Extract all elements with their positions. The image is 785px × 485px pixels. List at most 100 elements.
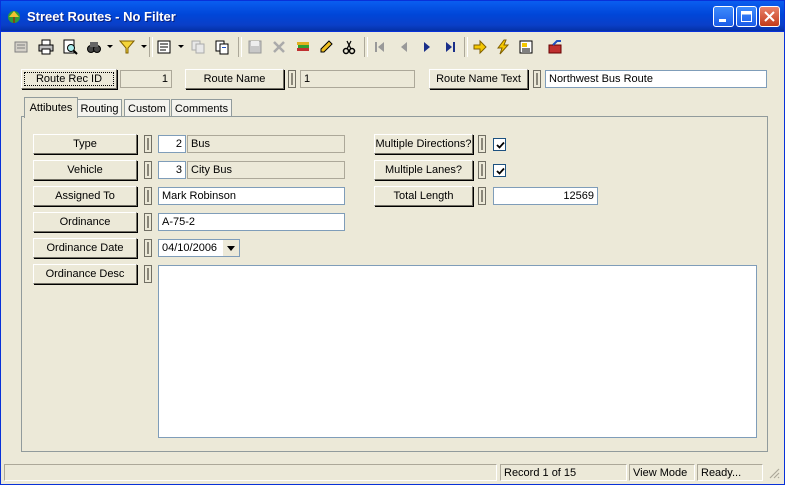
vehicle-code-field[interactable]: 3: [158, 161, 186, 179]
paste-button[interactable]: [211, 36, 233, 58]
report-icon: [519, 40, 533, 54]
print-button[interactable]: [35, 36, 57, 58]
total-length-field[interactable]: 12569: [493, 187, 598, 205]
vehicle-button[interactable]: Vehicle: [33, 160, 137, 180]
ordinance-date-value: 04/10/2006: [162, 242, 218, 254]
toolbar-separator: [364, 37, 368, 57]
vehicle-value: City Bus: [187, 161, 345, 179]
total-length-button[interactable]: Total Length: [374, 186, 473, 206]
maximize-icon: [741, 11, 752, 22]
route-name-button[interactable]: Route Name: [185, 69, 284, 89]
form-view-icon: [157, 40, 171, 54]
tab-comments[interactable]: Comments: [171, 99, 232, 117]
previous-record-button[interactable]: [393, 36, 415, 58]
field-marker: [144, 265, 152, 283]
status-mode: View Mode: [629, 464, 695, 481]
print-preview-button[interactable]: [59, 36, 81, 58]
type-button[interactable]: Type: [33, 134, 137, 154]
form-view-dropdown-arrow[interactable]: [178, 45, 184, 48]
field-marker: [144, 239, 152, 257]
resize-grip-icon[interactable]: [768, 467, 780, 479]
copy-icon: [191, 40, 205, 54]
status-bar: Record 1 of 15 View Mode Ready...: [4, 464, 781, 481]
assigned-to-field[interactable]: Mark Robinson: [158, 187, 345, 205]
ordinance-date-picker[interactable]: 04/10/2006: [158, 239, 240, 257]
close-icon: [764, 11, 775, 22]
delete-button[interactable]: [268, 36, 290, 58]
new-record-button[interactable]: [10, 36, 32, 58]
filter-button[interactable]: [116, 36, 138, 58]
last-record-icon: [446, 42, 455, 52]
checkmark-icon: [496, 141, 505, 149]
find-button[interactable]: [83, 36, 105, 58]
close-button[interactable]: [759, 6, 780, 27]
first-record-icon: [375, 42, 384, 52]
field-marker: [533, 70, 541, 88]
find-dropdown-arrow[interactable]: [107, 45, 113, 48]
multiple-lanes-checkbox[interactable]: [493, 164, 506, 177]
next-record-button[interactable]: [416, 36, 438, 58]
undo-button[interactable]: [292, 36, 314, 58]
multiple-lanes-button[interactable]: Multiple Lanes?: [374, 160, 473, 180]
street-routes-window: Street Routes - No Filter Route Rec ID 1…: [0, 0, 785, 485]
title-bar[interactable]: Street Routes - No Filter: [1, 1, 784, 32]
maximize-button[interactable]: [736, 6, 757, 27]
checkmark-icon: [496, 167, 505, 175]
ordinance-button[interactable]: Ordinance: [33, 212, 137, 232]
new-record-icon: [14, 41, 28, 53]
field-marker: [144, 135, 152, 153]
form-view-button[interactable]: [153, 36, 175, 58]
field-marker: [144, 213, 152, 231]
assigned-to-button[interactable]: Assigned To: [33, 186, 137, 206]
route-rec-id-button[interactable]: Route Rec ID: [21, 69, 117, 89]
first-record-button[interactable]: [369, 36, 391, 58]
toolbar-separator: [464, 37, 468, 57]
field-marker: [144, 161, 152, 179]
status-panel-main: [4, 464, 497, 481]
field-marker: [478, 187, 486, 205]
ordinance-desc-button[interactable]: Ordinance Desc: [33, 264, 137, 284]
go-button[interactable]: [469, 36, 491, 58]
cut-button[interactable]: [338, 36, 360, 58]
filter-icon: [119, 40, 135, 54]
chevron-down-icon[interactable]: [223, 240, 239, 256]
route-name-text-button[interactable]: Route Name Text: [429, 69, 528, 89]
exit-button[interactable]: [544, 36, 566, 58]
type-value: Bus: [187, 135, 345, 153]
exit-icon: [548, 40, 562, 54]
ordinance-desc-textarea[interactable]: [158, 265, 757, 438]
report-button[interactable]: [515, 36, 537, 58]
lightning-icon: [497, 39, 510, 55]
window-title: Street Routes - No Filter: [27, 9, 176, 24]
field-marker: [478, 161, 486, 179]
edit-button[interactable]: [315, 36, 337, 58]
status-record: Record 1 of 15: [500, 464, 627, 481]
ordinance-field[interactable]: A-75-2: [158, 213, 345, 231]
save-button[interactable]: [244, 36, 266, 58]
print-icon: [38, 39, 54, 55]
ordinance-date-button[interactable]: Ordinance Date: [33, 238, 137, 258]
tab-custom[interactable]: Custom: [124, 99, 170, 117]
last-record-button[interactable]: [439, 36, 461, 58]
type-code-field[interactable]: 2: [158, 135, 186, 153]
tab-attributes[interactable]: Attibutes: [24, 97, 78, 118]
paste-icon: [215, 40, 229, 55]
copy-button[interactable]: [187, 36, 209, 58]
route-rec-id-value: 1: [120, 70, 172, 88]
find-icon: [87, 42, 101, 53]
route-name-value[interactable]: 1: [300, 70, 415, 88]
app-icon: [8, 11, 20, 23]
save-icon: [248, 40, 262, 54]
toolbar: [4, 34, 781, 60]
status-state: Ready...: [697, 464, 763, 481]
filter-dropdown-arrow[interactable]: [141, 45, 147, 48]
pencil-icon: [320, 40, 333, 53]
multiple-directions-checkbox[interactable]: [493, 138, 506, 151]
multiple-directions-button[interactable]: Multiple Directions?: [374, 134, 473, 154]
refresh-button[interactable]: [492, 36, 514, 58]
minimize-button[interactable]: [713, 6, 734, 27]
tab-routing[interactable]: Routing: [77, 99, 122, 117]
route-name-text-field[interactable]: Northwest Bus Route: [545, 70, 767, 88]
minimize-icon: [719, 19, 726, 22]
arrow-right-icon: [473, 39, 487, 55]
